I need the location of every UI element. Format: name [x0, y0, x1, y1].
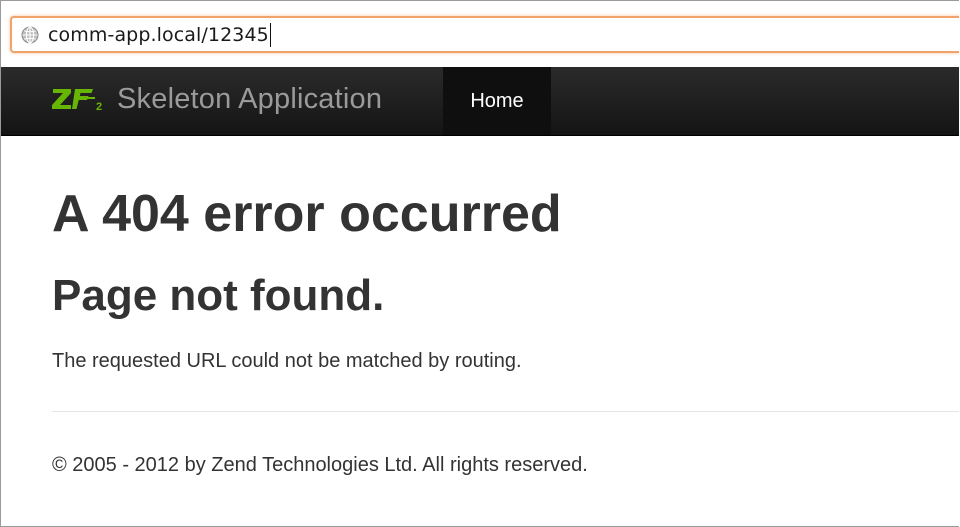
- zf2-logo-icon: 2: [52, 89, 102, 112]
- brand-text: Skeleton Application: [117, 82, 383, 115]
- svg-text:2: 2: [96, 101, 102, 112]
- browser-toolbar: comm-app.local/12345: [1, 1, 959, 67]
- url-text[interactable]: comm-app.local/12345: [48, 24, 269, 46]
- globe-icon: [21, 25, 39, 44]
- nav-item-home[interactable]: Home: [443, 67, 551, 135]
- address-bar[interactable]: comm-app.local/12345: [10, 16, 959, 53]
- page-title: A 404 error occurred: [52, 185, 562, 243]
- brand-link[interactable]: 2 Skeleton Application: [51, 81, 382, 117]
- footer-copyright: © 2005 - 2012 by Zend Technologies Ltd. …: [52, 454, 588, 476]
- divider: [52, 411, 959, 412]
- error-subtitle: Page not found.: [52, 271, 385, 320]
- browser-window: comm-app.local/12345 2 Skeleton Applicat…: [0, 0, 959, 527]
- navbar: 2 Skeleton Application Home: [1, 67, 959, 136]
- error-message: The requested URL could not be matched b…: [52, 350, 522, 372]
- text-caret: [269, 22, 271, 47]
